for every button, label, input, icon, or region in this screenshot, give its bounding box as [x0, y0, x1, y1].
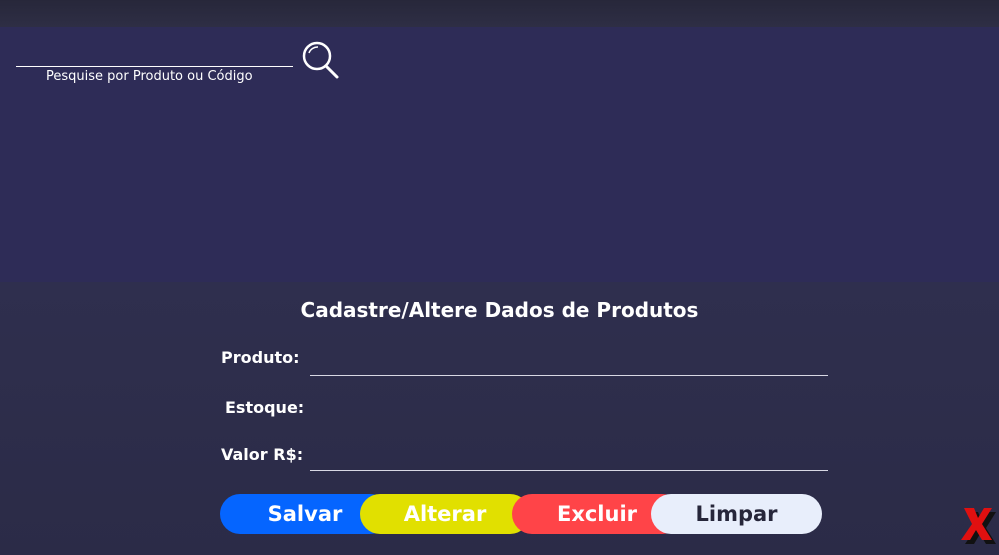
produto-field[interactable]: [310, 351, 828, 376]
valor-field[interactable]: [310, 446, 828, 471]
close-icon[interactable]: [960, 506, 996, 546]
alterar-button[interactable]: Alterar: [360, 494, 530, 534]
window-top-strip: [0, 0, 999, 27]
valor-label: Valor R$:: [221, 445, 304, 464]
search-underline: [16, 66, 293, 67]
form-title: Cadastre/Altere Dados de Produtos: [300, 298, 699, 322]
search-icon[interactable]: [300, 40, 340, 80]
estoque-label: Estoque:: [225, 398, 305, 417]
search-input[interactable]: [16, 44, 297, 68]
produto-label: Produto:: [221, 348, 300, 367]
estoque-field[interactable]: [310, 396, 828, 421]
search-placeholder: Pesquise por Produto ou Código: [46, 69, 253, 84]
limpar-button[interactable]: Limpar: [651, 494, 822, 534]
